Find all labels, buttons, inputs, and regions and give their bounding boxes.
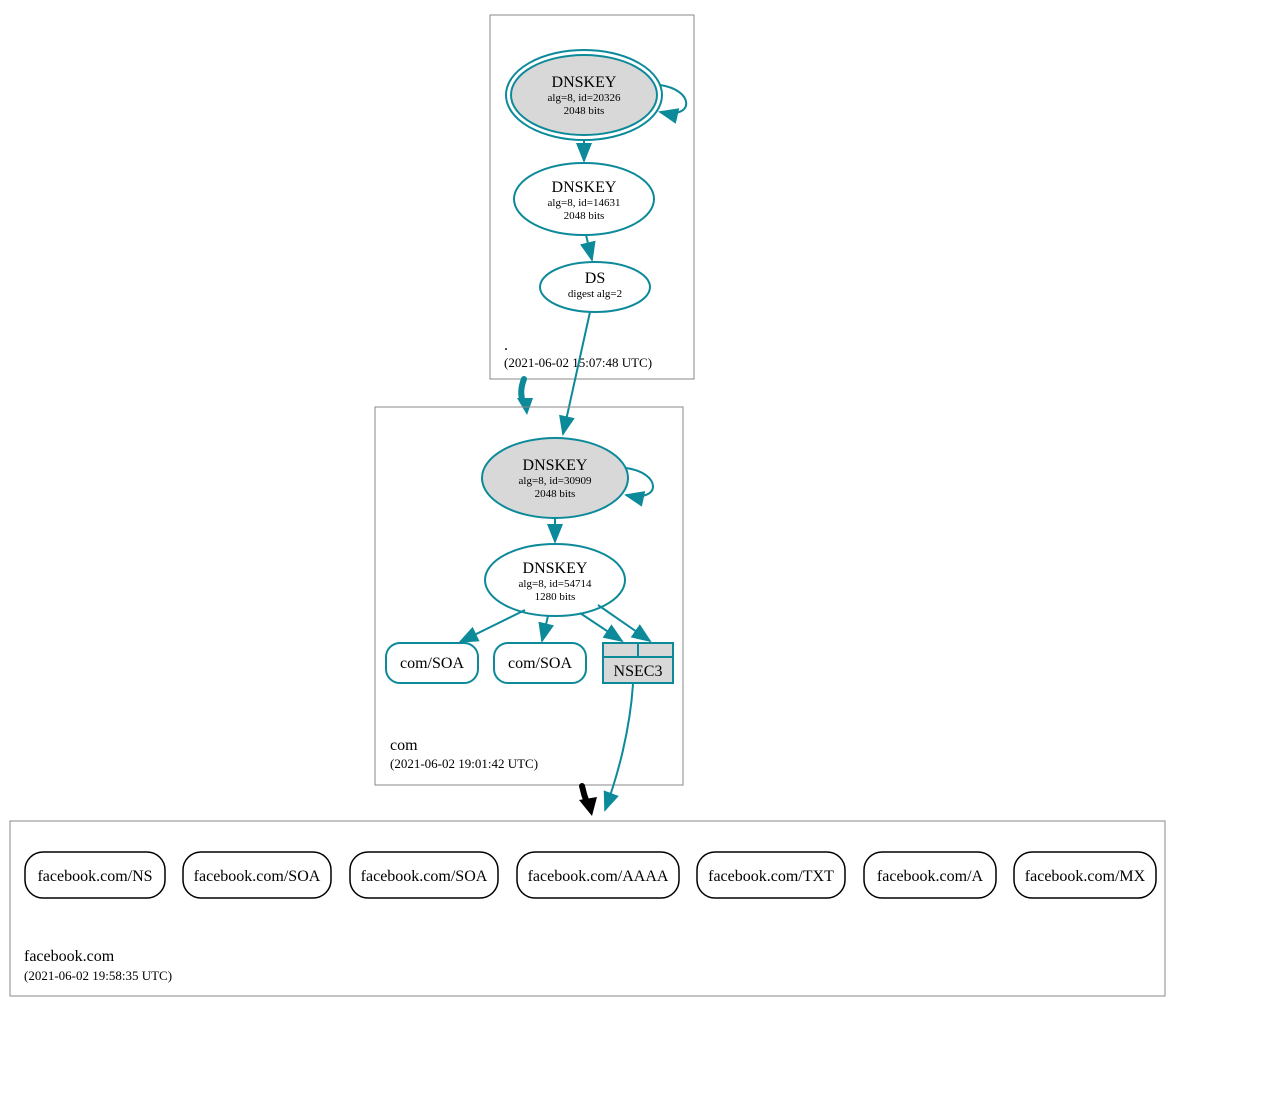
svg-text:facebook.com/AAAA: facebook.com/AAAA: [528, 868, 669, 885]
svg-text:DNSKEY: DNSKEY: [552, 74, 617, 91]
svg-text:alg=8, id=20326: alg=8, id=20326: [548, 92, 621, 104]
svg-text:digest alg=2: digest alg=2: [568, 288, 622, 300]
node-root-ds: DS digest alg=2: [540, 262, 650, 312]
zone-com: com (2021-06-02 19:01:42 UTC) DNSKEY alg…: [375, 407, 683, 785]
svg-text:alg=8, id=54714: alg=8, id=54714: [519, 578, 592, 590]
node-fb-ns: facebook.com/NS: [25, 852, 165, 898]
svg-text:facebook.com/TXT: facebook.com/TXT: [708, 868, 834, 885]
svg-text:DNSKEY: DNSKEY: [523, 560, 588, 577]
zone-root: . (2021-06-02 15:07:48 UTC) DNSKEY alg=8…: [490, 15, 694, 379]
node-com-zsk: DNSKEY alg=8, id=54714 1280 bits: [485, 544, 625, 616]
svg-text:1280 bits: 1280 bits: [535, 591, 576, 603]
node-fb-soa2: facebook.com/SOA: [350, 852, 498, 898]
node-fb-txt: facebook.com/TXT: [697, 852, 845, 898]
edge-root-ksk-self: [660, 85, 686, 113]
node-fb-aaaa: facebook.com/AAAA: [517, 852, 679, 898]
zone-com-ts: (2021-06-02 19:01:42 UTC): [390, 756, 538, 771]
zone-facebook: facebook.com (2021-06-02 19:58:35 UTC) f…: [10, 821, 1165, 996]
node-com-nsec3: NSEC3: [603, 643, 673, 683]
svg-text:com/SOA: com/SOA: [400, 655, 464, 672]
zone-fb-ts: (2021-06-02 19:58:35 UTC): [24, 968, 172, 983]
edge-com-zsk-soa2: [542, 616, 548, 641]
node-com-ksk: DNSKEY alg=8, id=30909 2048 bits: [482, 438, 628, 518]
svg-text:alg=8, id=30909: alg=8, id=30909: [519, 475, 592, 487]
node-fb-mx: facebook.com/MX: [1014, 852, 1156, 898]
edge-com-zsk-nsec3b: [598, 605, 650, 641]
svg-text:DNSKEY: DNSKEY: [523, 457, 588, 474]
node-root-zsk: DNSKEY alg=8, id=14631 2048 bits: [514, 163, 654, 235]
zone-com-name: com: [390, 737, 418, 754]
svg-text:com/SOA: com/SOA: [508, 655, 572, 672]
edge-com-zsk-soa1: [460, 610, 525, 642]
svg-text:facebook.com/A: facebook.com/A: [877, 868, 984, 885]
zone-root-name: .: [504, 337, 508, 354]
node-com-soa2: com/SOA: [494, 643, 586, 683]
svg-text:facebook.com/MX: facebook.com/MX: [1025, 868, 1146, 885]
svg-text:DS: DS: [585, 270, 605, 287]
dnssec-graph: . (2021-06-02 15:07:48 UTC) DNSKEY alg=8…: [0, 0, 1273, 1094]
edge-com-ksk-self: [626, 468, 653, 496]
node-fb-a: facebook.com/A: [864, 852, 996, 898]
svg-text:2048 bits: 2048 bits: [535, 488, 576, 500]
edge-nsec3-facebook: [605, 684, 633, 810]
svg-text:alg=8, id=14631: alg=8, id=14631: [548, 197, 621, 209]
svg-text:DNSKEY: DNSKEY: [552, 179, 617, 196]
zone-fb-name: facebook.com: [24, 948, 115, 965]
svg-text:facebook.com/SOA: facebook.com/SOA: [194, 868, 321, 885]
node-root-ksk: DNSKEY alg=8, id=20326 2048 bits: [506, 50, 662, 140]
edge-root-zsk-ds: [586, 235, 592, 260]
svg-text:2048 bits: 2048 bits: [564, 210, 605, 222]
svg-text:NSEC3: NSEC3: [614, 663, 663, 680]
svg-text:facebook.com/SOA: facebook.com/SOA: [361, 868, 488, 885]
node-fb-soa1: facebook.com/SOA: [183, 852, 331, 898]
svg-text:facebook.com/NS: facebook.com/NS: [37, 868, 152, 885]
svg-text:2048 bits: 2048 bits: [564, 105, 605, 117]
edge-ds-comksk: [563, 312, 590, 434]
node-com-soa1: com/SOA: [386, 643, 478, 683]
